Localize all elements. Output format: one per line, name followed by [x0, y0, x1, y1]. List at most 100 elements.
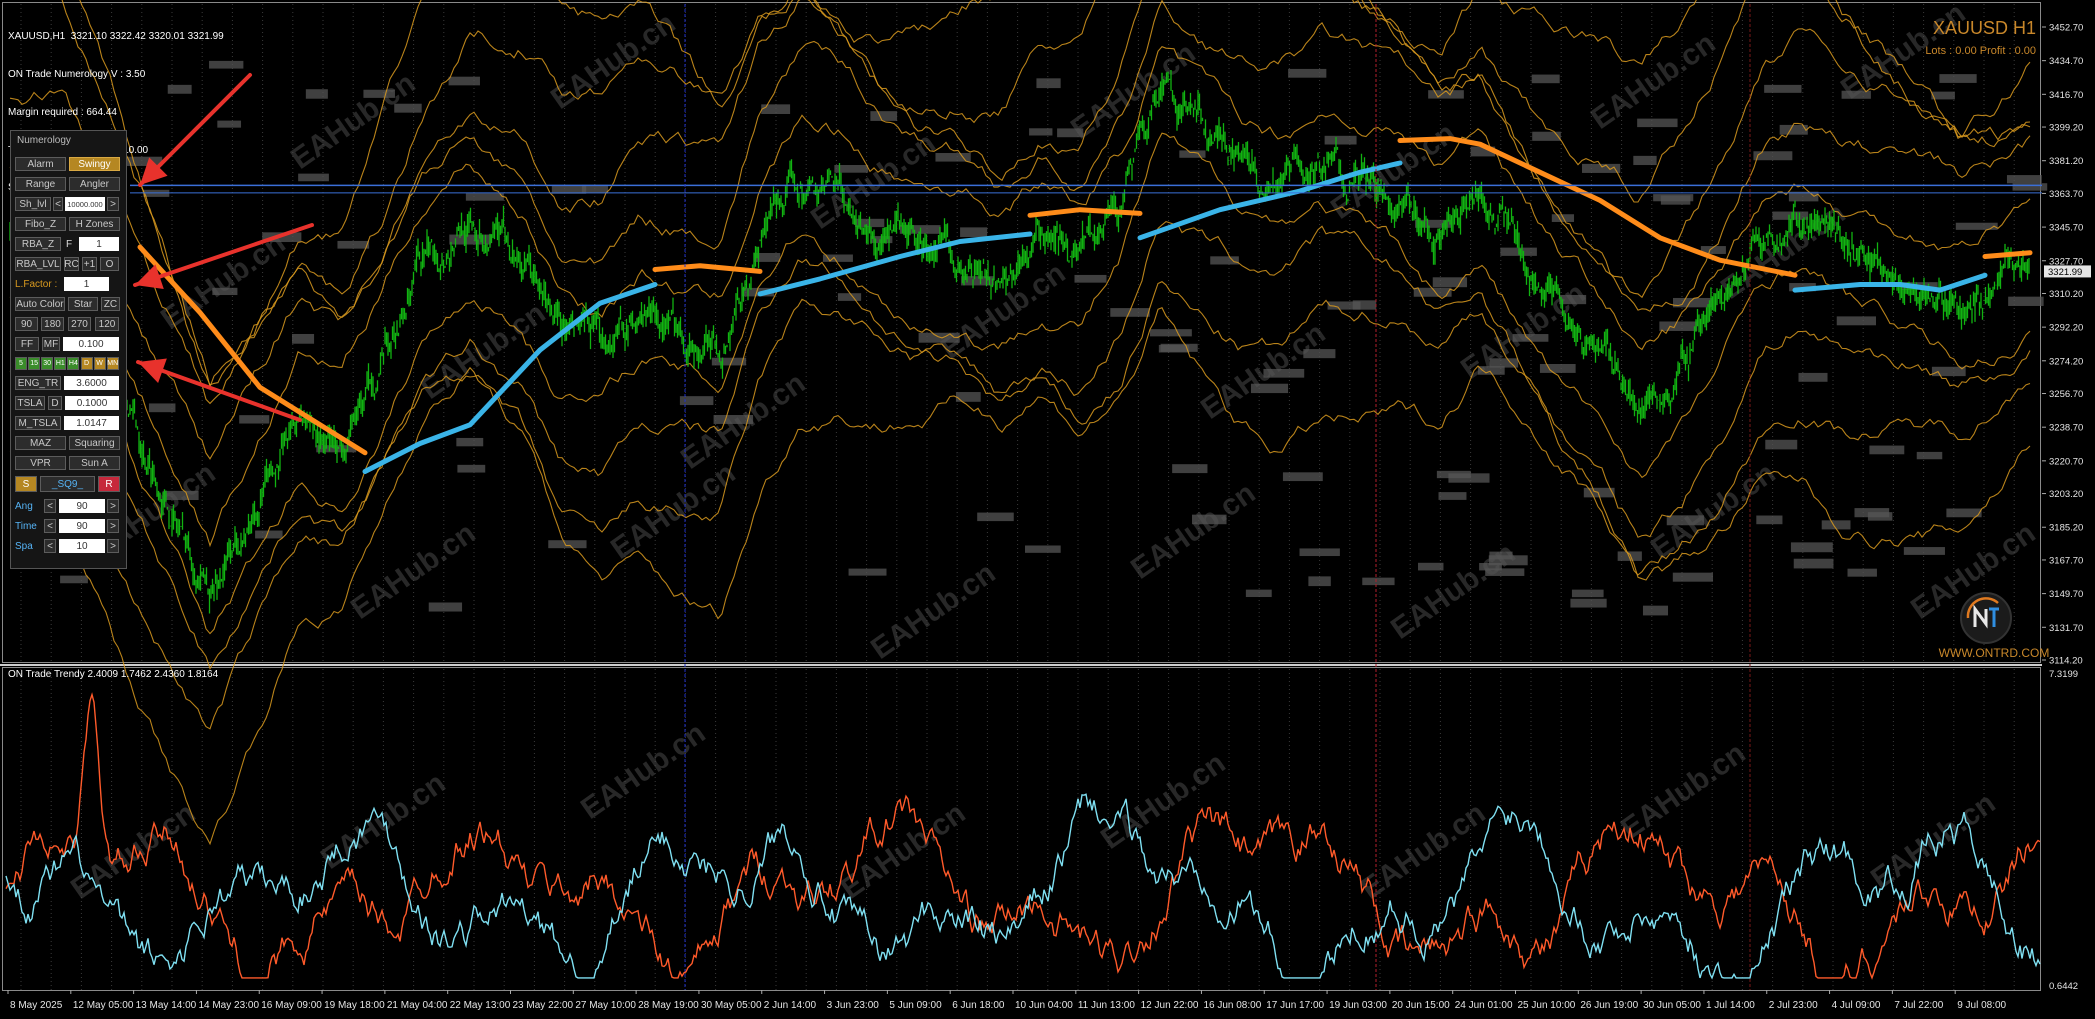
spa-decrease-button[interactable]: < [44, 539, 56, 553]
zone-box [363, 89, 395, 98]
timeframe-button-H4[interactable]: H4 [67, 357, 80, 370]
d-button[interactable]: D [48, 396, 62, 410]
zone-box [1531, 74, 1560, 84]
zone-box [1764, 84, 1802, 93]
price-label: 3167.70 [2049, 555, 2083, 566]
zc-button[interactable]: ZC [101, 297, 120, 311]
tsla-field[interactable]: 0.1000 [65, 396, 119, 410]
rc-button[interactable]: RC [64, 257, 79, 271]
zone-box [255, 530, 283, 539]
zone-box [1324, 135, 1357, 145]
ontrd-logo-icon [1960, 592, 2012, 644]
timeframe-button-30[interactable]: 30 [41, 357, 54, 370]
zone-box [1485, 568, 1525, 576]
degree-180-button[interactable]: 180 [41, 317, 64, 331]
brand-symbol: XAUUSD H1 [1932, 18, 2036, 38]
price-chart[interactable]: EAHub.cnEAHub.cnEAHub.cnEAHub.cnEAHub.cn… [0, 0, 2095, 1019]
auto-color-button[interactable]: Auto Color [15, 297, 65, 311]
degree-270-button[interactable]: 270 [68, 317, 91, 331]
sh-lvl-field[interactable]: 10000.000 [65, 197, 105, 211]
time-decrease-button[interactable]: < [44, 519, 56, 533]
zone-box [1854, 508, 1890, 518]
eng-tr-button[interactable]: ENG_TR [15, 376, 61, 390]
time-label: 6 Jun 18:00 [952, 1000, 1005, 1011]
time-label: 16 Jun 08:00 [1203, 1000, 1261, 1011]
price-label: 3220.70 [2049, 456, 2083, 467]
spa-field[interactable]: 10 [59, 539, 105, 553]
ff-field[interactable]: 0.100 [63, 337, 119, 351]
star-button[interactable]: Star [68, 297, 98, 311]
zone-box [1798, 372, 1828, 382]
spa-increase-button[interactable]: > [107, 539, 119, 553]
zone-box [1362, 577, 1395, 586]
indicator-max-label: 7.3199 [2049, 669, 2078, 680]
ff-button[interactable]: FF [15, 337, 39, 351]
time-field[interactable]: 90 [59, 519, 105, 533]
fibo-z-button[interactable]: Fibo_Z [15, 217, 66, 231]
sh-lvl-decrease-button[interactable]: < [53, 197, 63, 211]
price-label: 3131.70 [2049, 623, 2083, 634]
zone-box [548, 540, 587, 549]
price-label: 3203.20 [2049, 489, 2083, 500]
rba-z-button[interactable]: RBA_Z [15, 237, 61, 251]
zone-box [955, 392, 981, 402]
degree-90-button[interactable]: 90 [15, 317, 38, 331]
range-button[interactable]: Range [15, 177, 66, 191]
mf-button[interactable]: MF [42, 337, 60, 351]
price-label: 3452.70 [2049, 23, 2083, 34]
price-label: 3274.20 [2049, 356, 2083, 367]
plus-one-button[interactable]: +1 [82, 257, 97, 271]
s-button[interactable]: S [15, 476, 37, 492]
swingy-button[interactable]: Swingy [69, 157, 120, 171]
timeframe-button-H1[interactable]: H1 [54, 357, 67, 370]
degree-120-button[interactable]: 120 [95, 317, 119, 331]
m-tsla-button[interactable]: M_TSLA [15, 416, 61, 430]
zone-box [1308, 576, 1331, 587]
price-label: 3345.70 [2049, 223, 2083, 234]
o-button[interactable]: O [100, 257, 119, 271]
eng-tr-field[interactable]: 3.6000 [64, 376, 119, 390]
zone-box [1160, 343, 1198, 352]
f-field[interactable]: 1 [79, 237, 119, 251]
tsla-button[interactable]: TSLA [15, 396, 45, 410]
ang-decrease-button[interactable]: < [44, 499, 56, 513]
timeframe-button-MN[interactable]: MN [106, 357, 119, 370]
maz-button[interactable]: MAZ [15, 436, 66, 450]
zone-box [1057, 128, 1084, 138]
time-label: 9 Jul 08:00 [1957, 1000, 2006, 1011]
sq9-button[interactable]: _SQ9_ [40, 476, 95, 492]
spa-label: Spa [15, 541, 33, 552]
angler-button[interactable]: Angler [69, 177, 120, 191]
zone-box [465, 193, 504, 201]
time-label: 1 Jul 14:00 [1706, 1000, 1755, 1011]
vpr-button[interactable]: VPR [15, 456, 66, 470]
rba-lvl-button[interactable]: RBA_LVL [15, 257, 61, 271]
alarm-button[interactable]: Alarm [15, 157, 66, 171]
zone-box [60, 575, 88, 584]
timeframe-button-D[interactable]: D [80, 357, 93, 370]
sh-lvl-increase-button[interactable]: > [107, 197, 119, 211]
l-factor-field[interactable]: 1 [64, 277, 109, 291]
sh-lvl-button[interactable]: Sh_lvl [15, 197, 51, 211]
r-button[interactable]: R [98, 476, 120, 492]
price-label: 3434.70 [2049, 56, 2083, 67]
timeframe-button-15[interactable]: 15 [28, 357, 41, 370]
timeframe-button-W[interactable]: W [93, 357, 106, 370]
m-tsla-field[interactable]: 1.0147 [64, 416, 119, 430]
zone-box [1571, 589, 1604, 598]
time-label: 26 Jun 19:00 [1580, 1000, 1638, 1011]
ang-field[interactable]: 90 [59, 499, 105, 513]
squaring-button[interactable]: Squaring [69, 436, 120, 450]
zone-box [1191, 514, 1227, 525]
sun-a-button[interactable]: Sun A [69, 456, 120, 470]
time-increase-button[interactable]: > [107, 519, 119, 533]
timeframe-button-5[interactable]: 5 [15, 357, 27, 370]
time-label: 2 Jul 23:00 [1769, 1000, 1818, 1011]
ang-increase-button[interactable]: > [107, 499, 119, 513]
time-label: 17 Jun 17:00 [1266, 1000, 1324, 1011]
h-zones-button[interactable]: H Zones [69, 217, 120, 231]
zone-box [305, 89, 328, 99]
time-label: 27 May 10:00 [575, 1000, 636, 1011]
margin-line: Margin required : 664.44 [8, 106, 117, 118]
zone-box [761, 104, 791, 115]
